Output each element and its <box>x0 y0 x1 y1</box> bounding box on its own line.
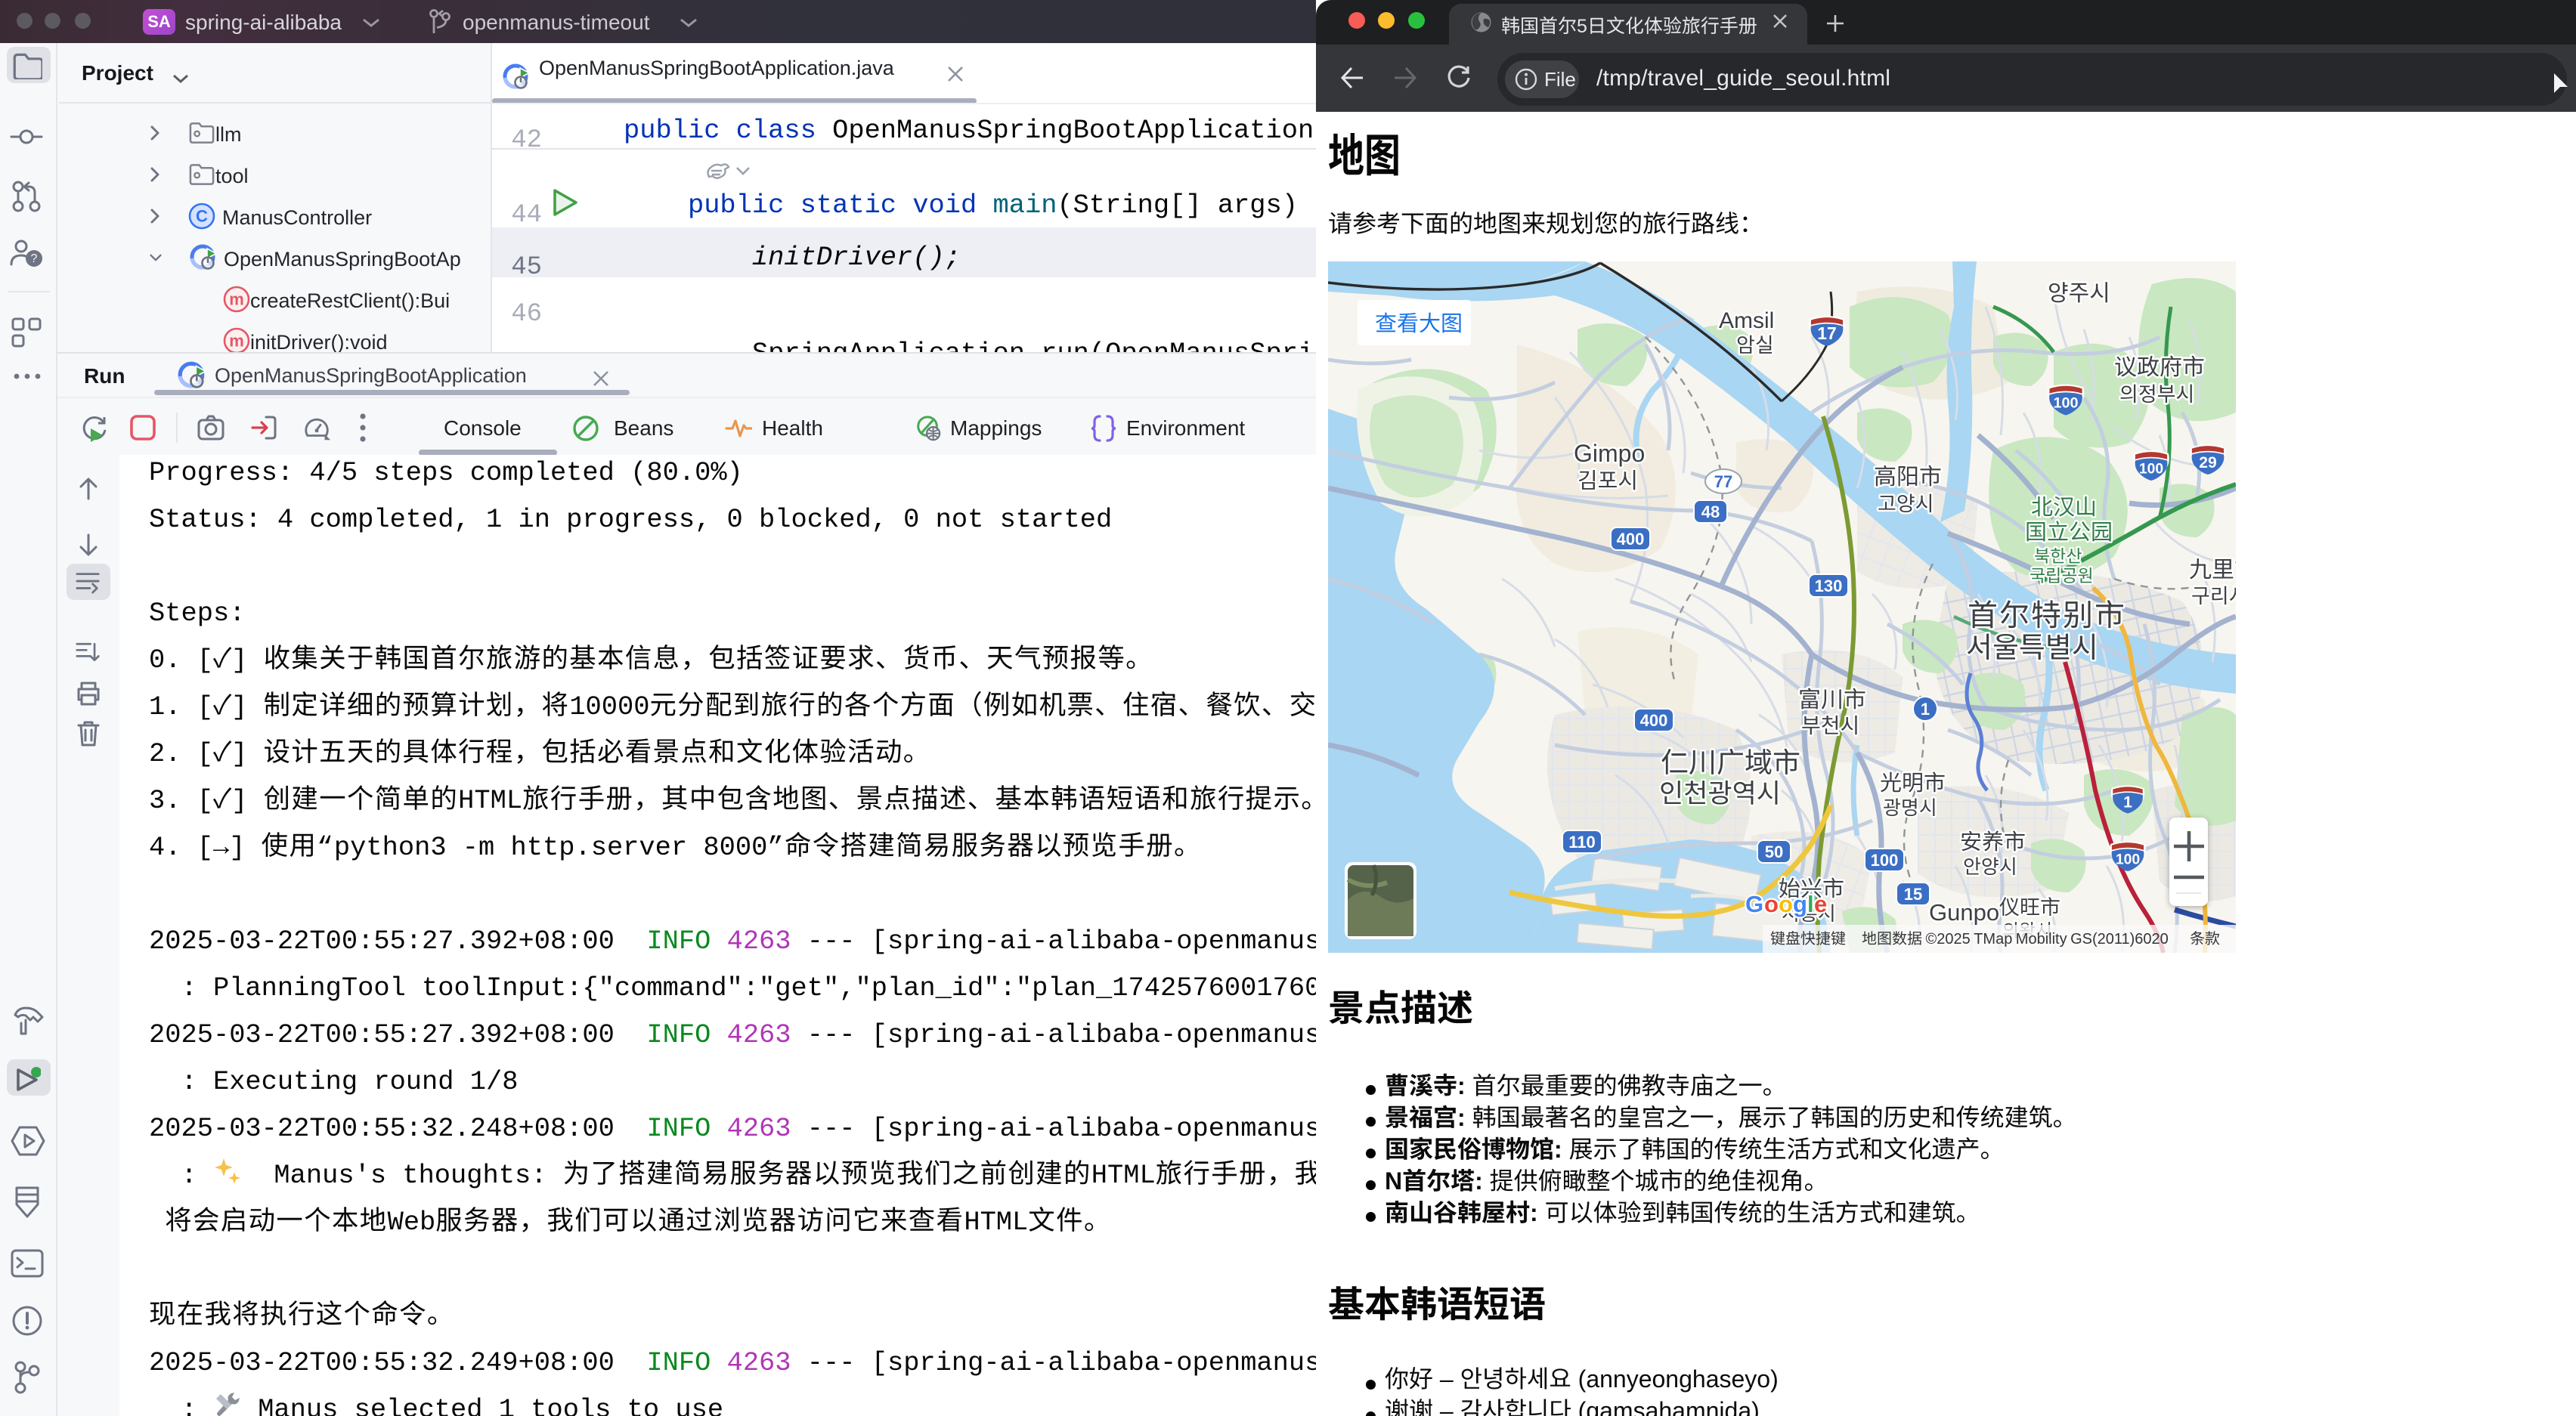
svg-text:m: m <box>229 332 244 351</box>
svg-text:查看大图: 查看大图 <box>1375 306 1463 338</box>
svg-text:e: e <box>1814 891 1827 917</box>
svg-text:C: C <box>196 207 208 226</box>
svg-text:议政府市: 议政府市 <box>2114 348 2205 382</box>
svg-text:서울특별시: 서울특별시 <box>1966 624 2098 666</box>
svg-text:1: 1 <box>1921 700 1930 719</box>
svg-text:17: 17 <box>1817 323 1836 343</box>
svg-text:부천시: 부천시 <box>1801 710 1859 740</box>
svg-text:高阳市: 高阳市 <box>1874 458 1942 491</box>
svg-text:G: G <box>1745 891 1763 917</box>
svg-text:400: 400 <box>1617 530 1645 549</box>
svg-text:29: 29 <box>2199 454 2216 471</box>
svg-text:인천광역시: 인천광역시 <box>1659 772 1781 811</box>
svg-text:Gunpo: Gunpo <box>1929 893 1999 927</box>
svg-text:m: m <box>229 290 244 309</box>
svg-text:구리시: 구리시 <box>2191 580 2236 609</box>
svg-text:o: o <box>1779 891 1793 917</box>
svg-text:50: 50 <box>1765 842 1783 861</box>
svg-text:100: 100 <box>2116 851 2140 867</box>
svg-text:100: 100 <box>2139 460 2163 477</box>
svg-text:안양시: 안양시 <box>1963 852 2017 880</box>
svg-text:l: l <box>1807 891 1814 917</box>
svg-text:100: 100 <box>2053 395 2078 412</box>
svg-text:o: o <box>1764 891 1779 917</box>
svg-text:광명시: 광명시 <box>1883 793 1937 821</box>
svg-text:77: 77 <box>1714 472 1732 491</box>
svg-text:400: 400 <box>1640 711 1668 730</box>
svg-text:15: 15 <box>1904 885 1922 904</box>
svg-text:암실: 암실 <box>1736 329 1774 358</box>
svg-text:110: 110 <box>1568 833 1596 852</box>
svg-text:g: g <box>1793 891 1807 917</box>
svg-text:100: 100 <box>1871 851 1899 870</box>
svg-text:의정부시: 의정부시 <box>2119 378 2194 407</box>
svg-text:130: 130 <box>1815 577 1843 595</box>
svg-text:键盘快捷键: 键盘快捷键 <box>1770 926 1846 948</box>
svg-text:김포시: 김포시 <box>1577 463 1638 495</box>
svg-text:국립공원: 국립공원 <box>2030 561 2094 587</box>
svg-text:1: 1 <box>2123 793 2132 811</box>
svg-text:고양시: 고양시 <box>1878 487 1934 517</box>
svg-text:条款: 条款 <box>2190 926 2220 948</box>
svg-text:地图数据 ©2025 TMap Mobility GS(20: 地图数据 ©2025 TMap Mobility GS(2011)6020 <box>1862 926 2169 948</box>
svg-text:?: ? <box>31 252 38 265</box>
svg-text:48: 48 <box>1701 502 1720 521</box>
svg-text:양주시: 양주시 <box>2048 274 2110 308</box>
